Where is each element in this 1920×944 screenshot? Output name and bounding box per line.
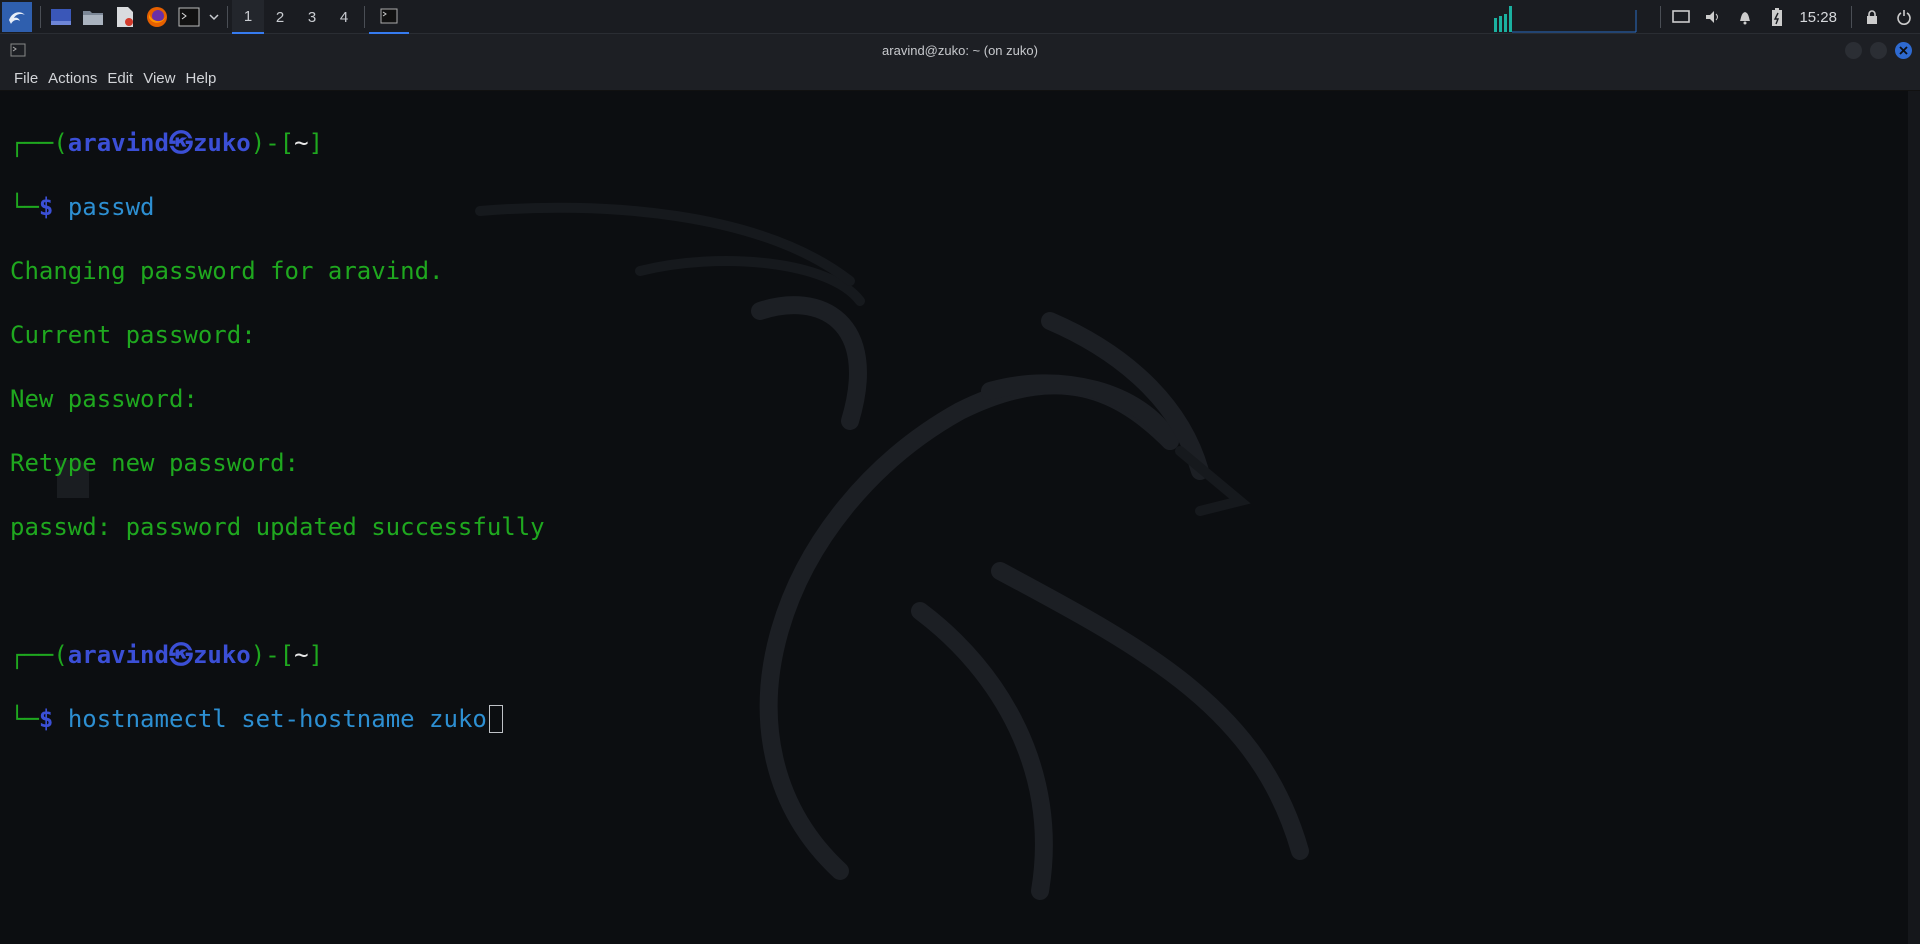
output-line: New password: (10, 385, 198, 413)
prompt-bracket: ] (308, 129, 324, 157)
workspace-1[interactable]: 1 (232, 0, 264, 34)
vertical-scrollbar[interactable] (1908, 91, 1920, 944)
panel-separator (364, 6, 365, 28)
prompt-at: ㉿ (168, 641, 193, 669)
kali-menu-icon[interactable] (2, 2, 32, 32)
workspace-label: 3 (307, 8, 317, 26)
prompt-user: aravind (67, 129, 169, 157)
clock[interactable]: 15:28 (1799, 9, 1837, 26)
firefox-icon[interactable] (141, 0, 173, 34)
output-line: Current password: (10, 321, 256, 349)
taskbar-terminal-window[interactable] (369, 0, 409, 34)
prompt-bracket: ] (308, 641, 324, 669)
prompt-line: ┌──(aravind㉿zuko)-[~] (10, 127, 545, 159)
notification-icon[interactable] (1729, 0, 1761, 34)
workspace-4[interactable]: 4 (328, 0, 360, 34)
menu-view[interactable]: View (141, 70, 183, 87)
minimize-button[interactable] (1845, 42, 1862, 59)
prompt-bracket: ┌──( (10, 641, 68, 669)
workspace-3[interactable]: 3 (296, 0, 328, 34)
prompt-at: ㉿ (168, 129, 193, 157)
panel-separator (1851, 6, 1852, 28)
top-panel: 1 2 3 4 15:28 (0, 0, 1920, 34)
close-icon (1899, 46, 1908, 55)
prompt-dir: ~ (294, 641, 309, 669)
prompt-host: zuko (192, 129, 251, 157)
prompt-dir: ~ (294, 129, 309, 157)
prompt-bracket: )-[ (250, 129, 295, 157)
files-icon[interactable] (77, 0, 109, 34)
cpu-graph (1486, 0, 1646, 34)
chevron-down-icon[interactable] (205, 0, 223, 34)
window-titlebar[interactable]: aravind@zuko: ~ (on zuko) (0, 34, 1920, 67)
output-line: Changing password for aravind. (10, 257, 444, 285)
terminal-icon (380, 8, 398, 24)
panel-separator (227, 6, 228, 28)
command-text: hostnamectl set-hostname zuko (67, 705, 487, 733)
battery-icon[interactable] (1761, 0, 1793, 34)
window-title: aravind@zuko: ~ (on zuko) (882, 43, 1038, 58)
workspace-2[interactable]: 2 (264, 0, 296, 34)
menu-actions[interactable]: Actions (46, 70, 105, 87)
workspace-label: 4 (339, 8, 349, 26)
text-editor-icon[interactable] (109, 0, 141, 34)
prompt-host: zuko (192, 641, 251, 669)
workspace-label: 1 (243, 7, 253, 25)
menu-help[interactable]: Help (183, 70, 224, 87)
menu-file[interactable]: File (0, 70, 46, 87)
command-text: passwd (67, 193, 155, 221)
desktop-icon[interactable] (45, 0, 77, 34)
maximize-button[interactable] (1870, 42, 1887, 59)
power-icon[interactable] (1888, 0, 1920, 34)
panel-separator (1660, 6, 1662, 28)
terminal-text: ┌──(aravind㉿zuko)-[~] └─$ passwd Changin… (10, 95, 545, 799)
prompt-bracket: ┌──( (10, 129, 68, 157)
menu-bar: File Actions Edit View Help (0, 67, 1920, 91)
prompt-user: aravind (67, 641, 169, 669)
text-cursor (488, 705, 503, 733)
terminal-icon[interactable] (173, 0, 205, 34)
output-line: passwd: password updated successfully (10, 513, 545, 541)
prompt-bracket: )-[ (250, 641, 295, 669)
prompt-corner: └─ (10, 193, 39, 221)
lock-icon[interactable] (1856, 0, 1888, 34)
command-line: └─$ hostnamectl set-hostname zuko (10, 703, 545, 735)
panel-separator (40, 6, 41, 28)
menu-edit[interactable]: Edit (105, 70, 141, 87)
terminal-output-area[interactable]: ┌──(aravind㉿zuko)-[~] └─$ passwd Changin… (0, 91, 1908, 944)
command-line: └─$ passwd (10, 191, 545, 223)
prompt-corner: └─ (10, 705, 39, 733)
terminal-window: aravind@zuko: ~ (on zuko) File Actions E… (0, 34, 1920, 944)
display-icon[interactable] (1665, 0, 1697, 34)
prompt-dollar: $ (38, 705, 68, 733)
workspace-label: 2 (275, 8, 285, 26)
output-line: Retype new password: (10, 449, 299, 477)
volume-icon[interactable] (1697, 0, 1729, 34)
prompt-line: ┌──(aravind㉿zuko)-[~] (10, 639, 545, 671)
close-button[interactable] (1895, 42, 1912, 59)
prompt-dollar: $ (38, 193, 68, 221)
